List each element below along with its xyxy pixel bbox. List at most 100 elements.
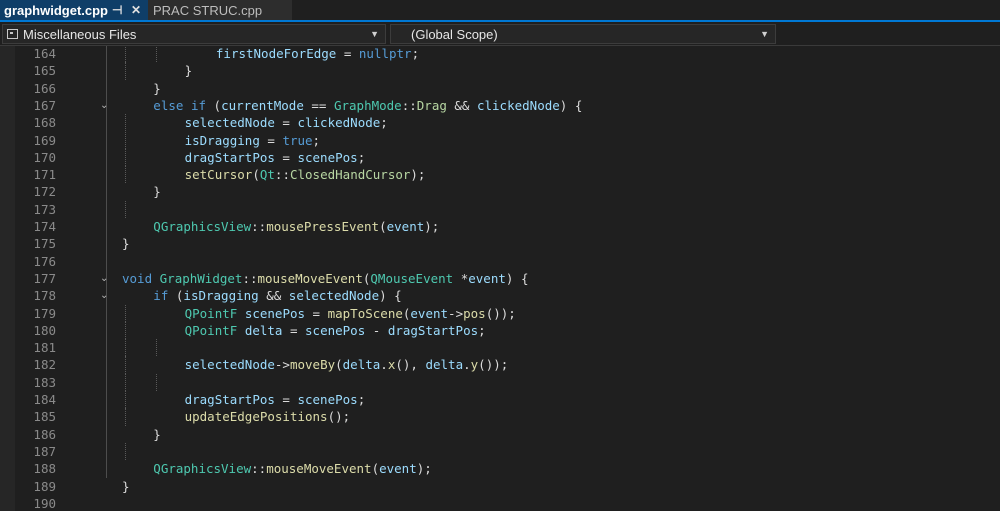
code-line[interactable]: 180 QPointF delta = scenePos - dragStartP…: [0, 321, 1000, 340]
chevron-down-icon: ▼: [370, 29, 379, 39]
code-text: dragStartPos = scenePos;: [185, 149, 366, 166]
line-number: 190: [33, 495, 56, 511]
code-token: ();: [327, 409, 351, 425]
line-number: 187: [33, 443, 56, 459]
code-token: ;: [411, 46, 420, 61]
code-token: ());: [478, 357, 509, 373]
code-line[interactable]: 168 selectedNode = clickedNode;: [0, 114, 1000, 132]
tab-prac-struc-cpp[interactable]: PRAC STRUC.cpp: [148, 0, 292, 20]
tab-graphwidget-cpp[interactable]: graphwidget.cpp ⊣ ✕: [0, 0, 148, 20]
code-text: QGraphicsView::mouseMoveEvent(event);: [153, 460, 432, 477]
code-line[interactable]: 176: [0, 253, 1000, 270]
code-editor[interactable]: 164 firstNodeForEdge = nullptr; 165} 166} 16…: [0, 46, 1000, 511]
code-line[interactable]: 174 QGraphicsView::mousePressEvent(event)…: [0, 218, 1000, 235]
fold-chevron-icon[interactable]: ⌄: [100, 97, 108, 114]
fold-chevron-icon[interactable]: ⌄: [100, 287, 108, 304]
scope-dropdown[interactable]: (Global Scope) ▼: [390, 24, 776, 44]
code-line[interactable]: 183: [0, 373, 1000, 391]
code-token: (),: [395, 357, 426, 373]
code-line[interactable]: 190: [0, 495, 1000, 511]
indent-guide: [125, 166, 126, 184]
code-token: void: [122, 270, 153, 286]
chevron-down-icon: ▼: [760, 29, 769, 39]
line-number: 175: [33, 236, 56, 252]
code-token: moveBy: [289, 357, 336, 373]
indent-guide: [125, 46, 126, 63]
code-token: QMouseEvent: [370, 270, 454, 286]
indent-guide: [125, 356, 126, 374]
indent-guide: [125, 373, 126, 391]
fold-chevron-icon[interactable]: ⌄: [100, 270, 108, 287]
code-token: isDragging: [183, 288, 259, 304]
navigation-bar: Miscellaneous Files ▼ (Global Scope) ▼: [0, 22, 1000, 46]
code-token: =: [274, 115, 298, 131]
code-line[interactable]: 185 updateEdgePositions();: [0, 408, 1000, 426]
indent-guide: [156, 339, 158, 357]
code-token: }: [153, 80, 161, 96]
project-dropdown[interactable]: Miscellaneous Files ▼: [2, 24, 386, 44]
code-token: setCursor: [184, 167, 253, 183]
code-token: ::: [274, 167, 290, 183]
code-text: }: [122, 235, 130, 252]
code-line[interactable]: 186}: [0, 426, 1000, 443]
code-line[interactable]: 178 ⌄ if (isDragging && selectedNode) {: [0, 287, 1000, 304]
line-number: 173: [33, 201, 56, 217]
line-number: 174: [33, 219, 56, 234]
code-token: if: [153, 288, 169, 304]
line-number: 185: [33, 409, 56, 425]
code-line[interactable]: 179 QPointF scenePos = mapToScene(event->…: [0, 304, 1000, 322]
code-token: ) {: [505, 270, 529, 286]
close-icon[interactable]: ✕: [131, 2, 141, 18]
code-line[interactable]: 165}: [0, 62, 1000, 80]
line-number: 168: [33, 115, 56, 131]
code-token: selectedNode: [288, 288, 380, 304]
code-token: isDragging: [184, 132, 260, 148]
code-line[interactable]: 182 selectedNode->moveBy(delta.x(), delta…: [0, 356, 1000, 374]
code-text: QGraphicsView::mousePressEvent(event);: [153, 218, 439, 235]
code-line[interactable]: 173: [0, 200, 1000, 218]
code-line[interactable]: 170 dragStartPos = scenePos;: [0, 148, 1000, 167]
code-text: dragStartPos = scenePos;: [185, 391, 366, 408]
code-token: ClosedHandCursor: [289, 167, 411, 183]
code-token: mouseMoveEvent: [266, 461, 372, 477]
code-token: else: [153, 97, 184, 113]
code-line[interactable]: 189}: [0, 478, 1000, 495]
line-number: 164: [33, 46, 56, 61]
code-token: GraphWidget: [159, 270, 243, 286]
code-line[interactable]: 188 QGraphicsView::mouseMoveEvent(event);: [0, 460, 1000, 477]
pin-icon[interactable]: ⊣: [112, 2, 122, 18]
code-line[interactable]: 169 isDragging = true;: [0, 131, 1000, 149]
tab-bar: graphwidget.cpp ⊣ ✕ PRAC STRUC.cpp: [0, 0, 1000, 22]
code-line[interactable]: 184 dragStartPos = scenePos;: [0, 391, 1000, 409]
code-token: ->: [274, 357, 290, 373]
code-token: QPointF: [184, 305, 238, 321]
code-token: delta: [244, 322, 283, 338]
code-line[interactable]: 181: [0, 339, 1000, 357]
line-number: 169: [33, 132, 56, 148]
code-token: -: [365, 322, 388, 338]
line-number: 186: [33, 426, 56, 442]
code-token: delta: [342, 357, 381, 373]
code-line[interactable]: 166}: [0, 80, 1000, 97]
code-token: mapToScene: [327, 305, 403, 321]
code-line[interactable]: 167 ⌄ else if (currentMode == GraphMode::D…: [0, 97, 1000, 114]
code-line[interactable]: 187: [0, 442, 1000, 461]
indent-guide: [125, 408, 126, 426]
code-text: selectedNode->moveBy(delta.x(), delta.y(…: [185, 356, 509, 373]
code-line[interactable]: 177 ⌄ void GraphWidget::mouseMoveEvent(QMo…: [0, 270, 1000, 287]
code-token: .: [380, 357, 388, 373]
code-text: void GraphWidget::mouseMoveEvent(QMouseE…: [122, 270, 528, 287]
project-dropdown-label: Miscellaneous Files: [23, 26, 137, 42]
code-token: clickedNode: [297, 115, 381, 131]
line-number: 167: [33, 97, 56, 113]
indent-guide: [125, 321, 126, 340]
code-line[interactable]: 172}: [0, 183, 1000, 200]
code-token: event: [379, 461, 417, 477]
code-token: =: [259, 132, 283, 148]
code-line[interactable]: 164 firstNodeForEdge = nullptr;: [0, 46, 1000, 63]
code-token: pos: [463, 305, 486, 321]
code-line[interactable]: 175}: [0, 235, 1000, 252]
code-text: selectedNode = clickedNode;: [185, 114, 388, 131]
code-line[interactable]: 171 setCursor(Qt::ClosedHandCursor);: [0, 166, 1000, 184]
